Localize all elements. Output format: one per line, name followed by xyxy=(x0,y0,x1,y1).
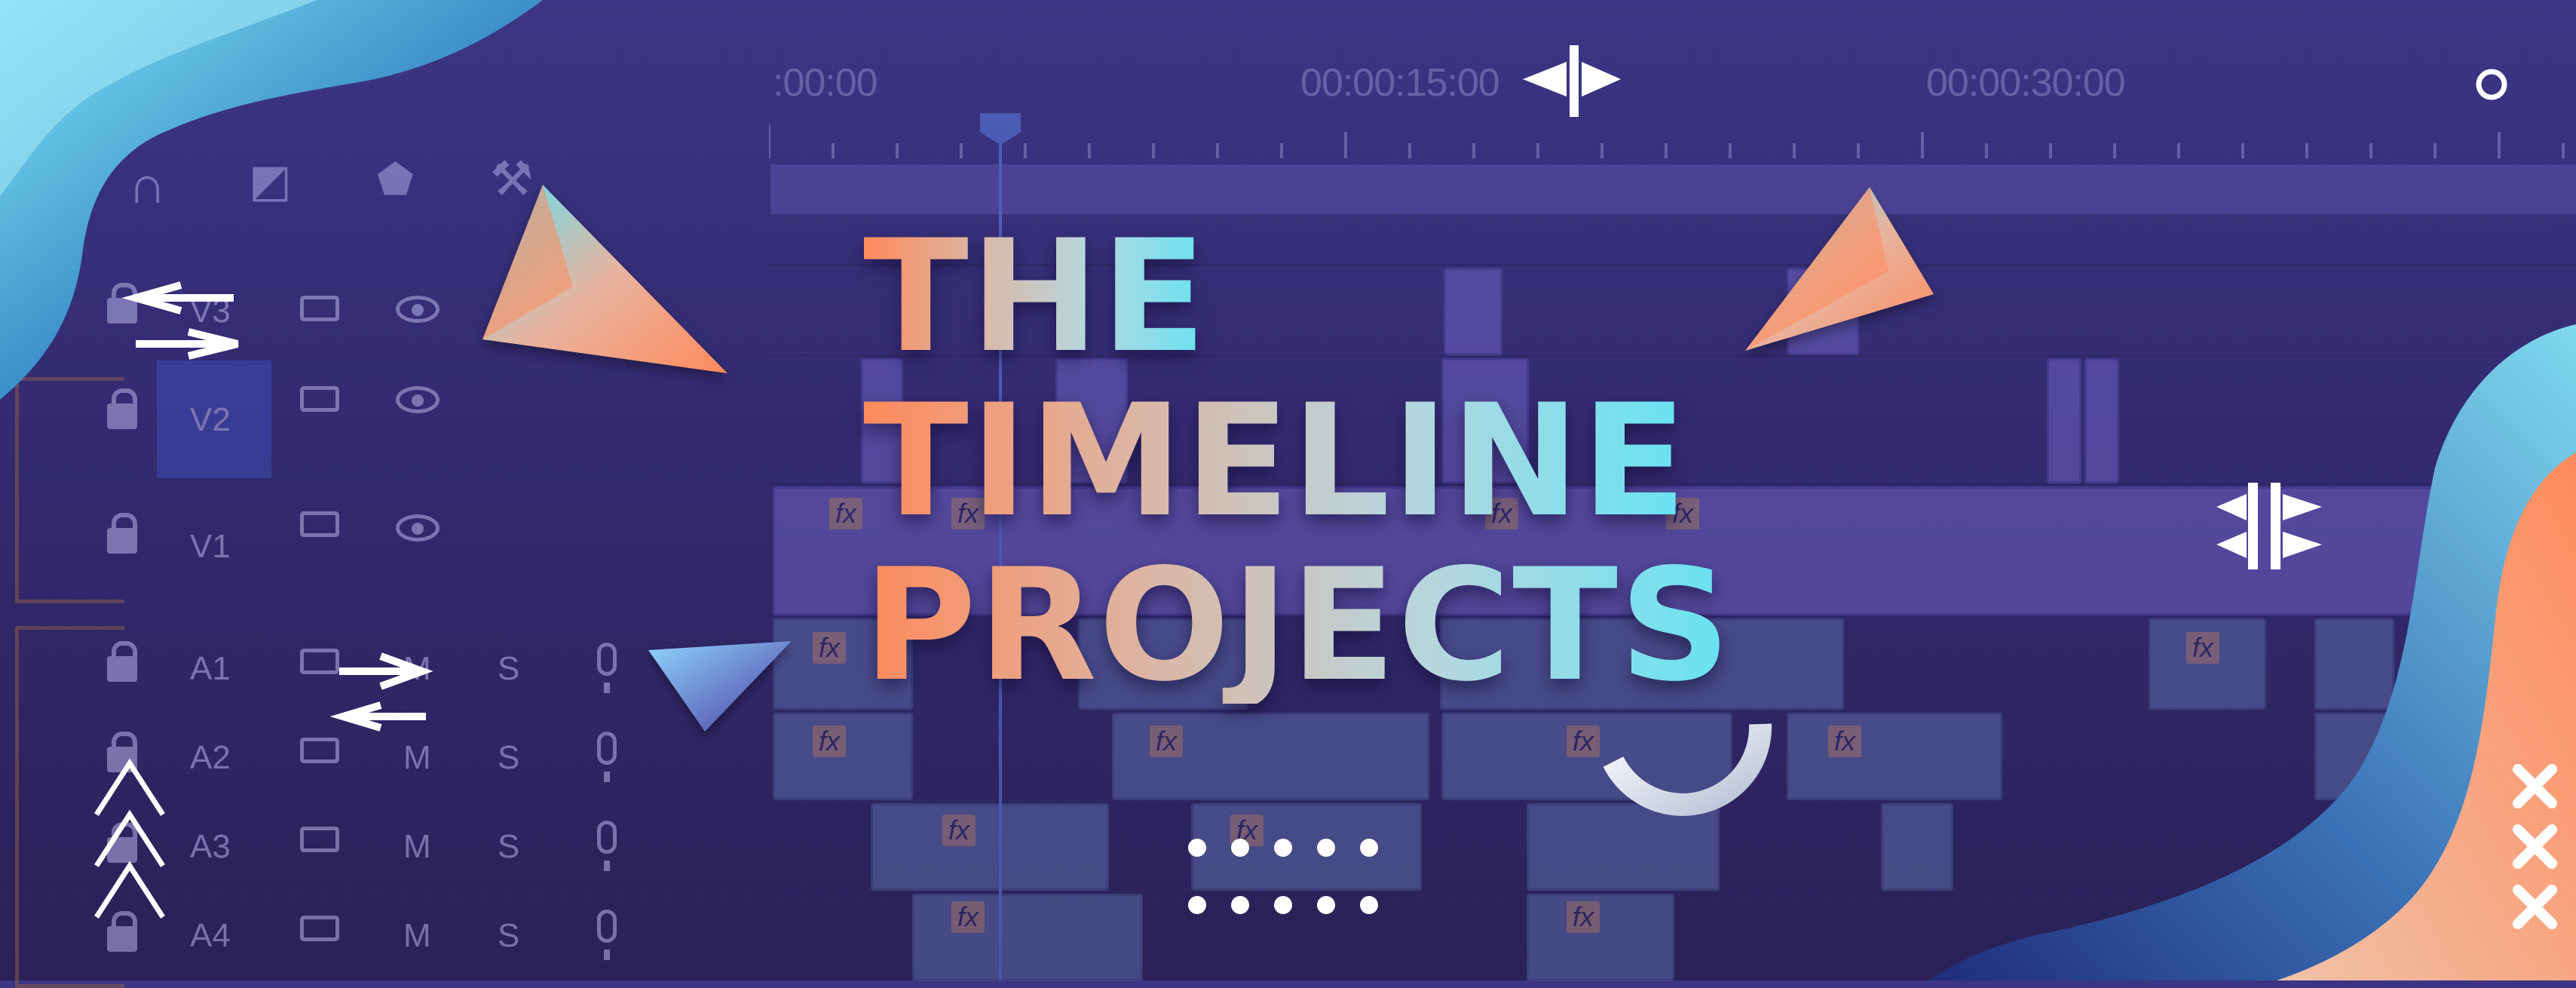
dot xyxy=(1231,896,1249,914)
swap-arrows-icon xyxy=(121,281,239,360)
dot xyxy=(1188,896,1206,914)
split-arrows-icon xyxy=(1523,45,1621,117)
dot xyxy=(1188,839,1206,857)
dot xyxy=(1360,839,1378,857)
chevrons-icon xyxy=(94,758,165,919)
dot xyxy=(1274,839,1292,857)
ring-icon xyxy=(2476,69,2507,100)
title-line-1: THE xyxy=(863,207,1208,387)
swap-arrows-icon xyxy=(329,652,433,732)
dot xyxy=(1274,896,1292,914)
dot xyxy=(1360,896,1378,914)
title-line-3: PROJECTS xyxy=(863,536,1732,716)
triangle-icon xyxy=(648,641,792,732)
hash-icon xyxy=(2216,483,2322,569)
arc-icon xyxy=(1603,723,1772,816)
dot xyxy=(1317,839,1335,857)
dot xyxy=(1231,839,1249,857)
dot xyxy=(1317,896,1335,914)
title-line-2: TIMELINE xyxy=(863,372,1689,551)
